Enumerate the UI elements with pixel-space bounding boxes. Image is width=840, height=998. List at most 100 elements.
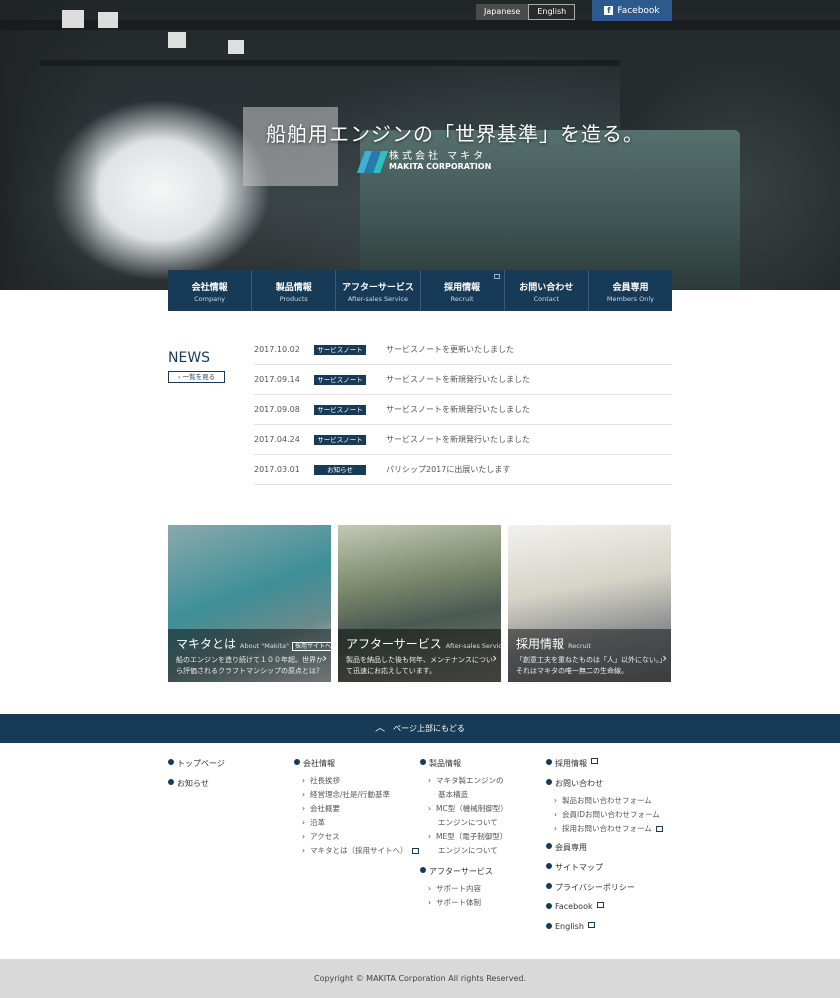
nav-sublabel: Contact [533, 295, 559, 303]
sitemap-link[interactable]: 経営理念/社是/行動基準 [294, 788, 419, 802]
sitemap-link[interactable]: サポート内容 [420, 882, 508, 896]
sitemap-link-label: マキタとは（採用サイトへ） [310, 846, 408, 855]
sitemap-link-label: お問い合わせ [555, 779, 603, 788]
nav-label: 会員専用 [612, 283, 649, 293]
hero-shadow [0, 0, 100, 290]
makita-logo-icon [356, 151, 389, 173]
sitemap-link-label: お知らせ [177, 779, 209, 788]
chevron-up-icon: ︿ [375, 723, 386, 734]
news-date: 2017.09.08 [254, 405, 300, 414]
chevron-right-icon: › [492, 651, 497, 665]
sitemap-link[interactable]: ME型（電子制御型） [420, 830, 508, 844]
news-text[interactable]: サービスノートを新規発行いたしました [386, 374, 530, 385]
nav-contact[interactable]: お問い合わせ Contact [505, 270, 589, 311]
sitemap-link[interactable]: 会員IDお問い合わせフォーム [546, 808, 663, 822]
bullet-icon [168, 779, 174, 785]
hero-banner: 船舶用エンジンの「世界基準」を造る。 株式会社 マキタ MAKITA CORPO… [0, 0, 840, 290]
back-to-top-button[interactable]: ︿ ページ上部にもどる [0, 714, 840, 743]
nav-label: 製品情報 [275, 283, 312, 293]
card-overlay: マキタとは About "Makita" 採用サイトへ 船のエンジンを造り続けて１０… [168, 629, 331, 682]
sitemap-members[interactable]: 会員専用 [546, 842, 663, 862]
news-text[interactable]: サービスノートを新規発行いたしました [386, 404, 530, 415]
card-about-makita[interactable]: マキタとは About "Makita" 採用サイトへ 船のエンジンを造り続けて１０… [168, 525, 331, 682]
nav-members[interactable]: 会員専用 Members Only [589, 270, 672, 311]
sitemap-link[interactable]: 会社概要 [294, 802, 419, 816]
sitemap-link[interactable]: エンジンについて [420, 816, 508, 830]
card-title: 採用情報 [516, 637, 565, 651]
news-text[interactable]: パリシップ2017に出展いたします [386, 464, 510, 475]
sitemap-english[interactable]: English [546, 922, 663, 942]
news-date: 2017.03.01 [254, 465, 300, 474]
facebook-label: Facebook [617, 5, 660, 16]
sitemap-top[interactable]: トップページ [168, 758, 225, 778]
facebook-button[interactable]: f Facebook [592, 0, 672, 21]
card-title: アフターサービス [346, 637, 442, 651]
sitemap-col-2: 会社情報 社長挨拶 経営理念/社是/行動基準 会社概要 沿革 アクセス マキタと… [294, 758, 419, 858]
global-nav: 会社情報 Company 製品情報 Products アフターサービス After-s… [168, 270, 672, 311]
bullet-icon [420, 759, 426, 765]
sitemap-link[interactable]: 採用お問い合わせフォーム [546, 822, 663, 836]
nav-sublabel: Recruit [450, 295, 474, 303]
lang-english-button[interactable]: English [528, 4, 576, 20]
external-link-icon [587, 922, 595, 928]
nav-recruit[interactable]: 採用情報 Recruit [421, 270, 505, 311]
card-title: マキタとは [176, 637, 237, 651]
bullet-icon [168, 759, 174, 765]
sitemap-col-3: 製品情報 マキタ製エンジンの 基本構造 MC型（機械制御型） エンジンについて … [420, 758, 508, 910]
card-description: 製品を納品した後も何年、メンテナンスについて迅速にお応えしています。 [346, 656, 493, 675]
news-item[interactable]: 2017.10.02 サービスノート サービスノートを更新いたしました [254, 335, 672, 365]
card-after-sales[interactable]: アフターサービス After-sales Service 製品を納品した後も何年、… [338, 525, 501, 682]
external-link-icon [411, 848, 419, 854]
sitemap-recruit[interactable]: 採用情報 [546, 758, 663, 778]
card-recruit[interactable]: 採用情報 Recruit 「創意工夫を重ねたものは「人」以外にない。」それはマキタ… [508, 525, 671, 682]
news-text[interactable]: サービスノートを更新いたしました [386, 344, 514, 355]
news-list: 2017.10.02 サービスノート サービスノートを更新いたしました 2017.0… [254, 335, 672, 485]
card-subtitle: After-sales Service [445, 642, 501, 650]
bullet-icon [294, 759, 300, 765]
news-item[interactable]: 2017.04.24 サービスノート サービスノートを新規発行いたしました [254, 425, 672, 455]
sitemap-link[interactable]: サポート体制 [420, 896, 508, 910]
card-overlay: 採用情報 Recruit 「創意工夫を重ねたものは「人」以外にない。」それはマキタ… [508, 629, 671, 682]
nav-company[interactable]: 会社情報 Company [168, 270, 253, 311]
lang-japanese-button[interactable]: Japanese [476, 4, 529, 20]
sitemap-link-label: Facebook [555, 902, 593, 911]
sitemap-link[interactable]: 基本構造 [420, 788, 508, 802]
sitemap-link-label: 会社情報 [303, 759, 335, 768]
nav-products[interactable]: 製品情報 Products [252, 270, 337, 311]
facebook-icon: f [604, 6, 614, 15]
nav-after-sales[interactable]: アフターサービス After-sales Service [336, 270, 421, 311]
bullet-icon [546, 759, 552, 765]
chevron-right-icon: › [322, 651, 327, 665]
sitemap-link[interactable]: 沿革 [294, 816, 419, 830]
sitemap-news[interactable]: お知らせ [168, 778, 225, 798]
sitemap-sitemap[interactable]: サイトマップ [546, 862, 663, 882]
hero-tagline: 船舶用エンジンの「世界基準」を造る。 [266, 122, 644, 146]
news-item[interactable]: 2017.09.14 サービスノート サービスノートを新規発行いたしました [254, 365, 672, 395]
sitemap-link-label: トップページ [177, 759, 225, 768]
bullet-icon [546, 923, 552, 929]
news-item[interactable]: 2017.03.01 お知らせ パリシップ2017に出展いたします [254, 455, 672, 485]
news-text[interactable]: サービスノートを新規発行いたしました [386, 434, 530, 445]
sitemap-link[interactable]: MC型（機械制御型） [420, 802, 508, 816]
bullet-icon [546, 843, 552, 849]
bullet-icon [420, 867, 426, 873]
news-more-button[interactable]: › 一覧を見る [168, 371, 225, 383]
card-subtitle: Recruit [568, 642, 591, 650]
sitemap-link[interactable]: アクセス [294, 830, 419, 844]
sitemap-link-label: 採用お問い合わせフォーム [562, 824, 652, 833]
company-logo[interactable]: 株式会社 マキタ MAKITA CORPORATION [356, 150, 491, 174]
sitemap-privacy[interactable]: プライバシーポリシー [546, 882, 663, 902]
news-tag: サービスノート [314, 374, 366, 385]
sitemap-link[interactable]: マキタ製エンジンの [420, 774, 508, 788]
sitemap-link[interactable]: 製品お問い合わせフォーム [546, 794, 663, 808]
bullet-icon [546, 903, 552, 909]
back-to-top-label: ページ上部にもどる [393, 724, 465, 733]
sitemap-col-4: 採用情報 お問い合わせ 製品お問い合わせフォーム 会員IDお問い合わせフォーム … [546, 758, 663, 942]
sitemap-link[interactable]: 社長挨拶 [294, 774, 419, 788]
sitemap-link[interactable]: マキタとは（採用サイトへ） [294, 844, 419, 858]
sitemap-link[interactable]: エンジンについて [420, 844, 508, 858]
news-date: 2017.09.14 [254, 375, 300, 384]
news-item[interactable]: 2017.09.08 サービスノート サービスノートを新規発行いたしました [254, 395, 672, 425]
sitemap-link-label: アフターサービス [429, 867, 493, 876]
sitemap-facebook[interactable]: Facebook [546, 902, 663, 922]
